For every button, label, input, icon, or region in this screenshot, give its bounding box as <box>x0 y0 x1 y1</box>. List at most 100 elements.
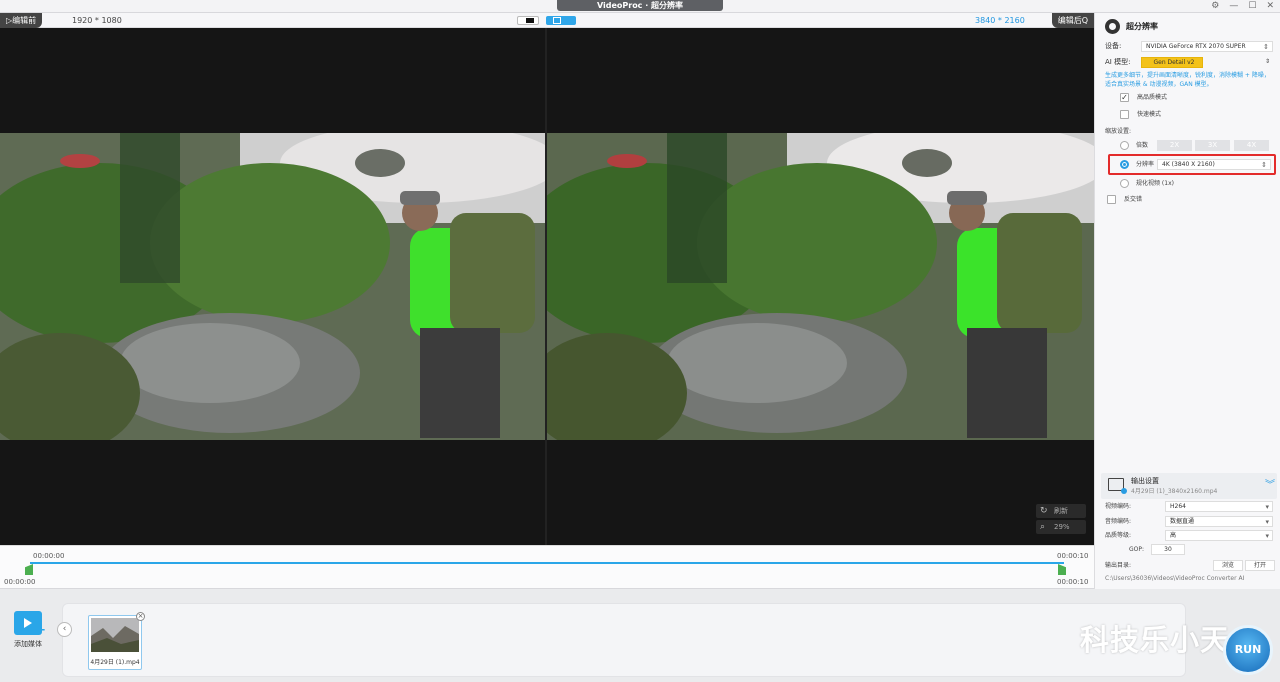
remove-media-icon[interactable]: × <box>136 612 145 621</box>
media-bar: 添加媒体 ‹ 4月29日 (1).mp4 × 科技乐小天 RUN <box>0 589 1280 682</box>
audio-codec-select[interactable]: 数据直通 ▾ <box>1165 516 1273 527</box>
film-reel-icon <box>1105 18 1120 34</box>
fast-mode-label: 快速模式 <box>1137 111 1162 118</box>
title-bar: VideoProc · 超分辨率 ⚙ — ☐ ✕ <box>0 0 1280 13</box>
thumbnail-filename: 4月29日 (1).mp4 <box>90 659 140 666</box>
output-resolution: 3840 * 2160 <box>975 16 1025 25</box>
output-dir-label: 输出目录: <box>1105 562 1132 569</box>
quality-select[interactable]: 高 ▾ <box>1165 530 1273 541</box>
resolution-radio[interactable] <box>1120 160 1129 169</box>
scale-3x-button[interactable]: 3X <box>1195 140 1230 151</box>
fast-mode-checkbox[interactable] <box>1120 110 1129 119</box>
zoom-button[interactable]: ⌕ 29% <box>1036 520 1086 534</box>
hiker-scene-after <box>547 133 1094 440</box>
chevron-updown-icon: ⇕ <box>1261 161 1267 169</box>
device-value: NVIDIA GeForce RTX 2070 SUPER <box>1146 43 1246 50</box>
device-select[interactable]: NVIDIA GeForce RTX 2070 SUPER ⇕ <box>1141 41 1273 52</box>
ai-model-value: Gen Detail v2 <box>1153 59 1195 66</box>
hiker-scene-before <box>0 133 545 440</box>
run-button[interactable]: RUN <box>1223 625 1273 675</box>
trim-end-handle[interactable] <box>1058 564 1066 575</box>
add-media-button[interactable]: 添加媒体 <box>8 611 48 649</box>
preview-after-frame <box>547 133 1094 440</box>
before-label[interactable]: ▷编辑前 <box>0 13 43 28</box>
settings-icon[interactable]: ⚙ <box>1211 1 1219 11</box>
multiplier-label: 倍数 <box>1136 142 1149 149</box>
mountain-thumbnail <box>91 618 139 652</box>
video-codec-select[interactable]: H264 ▾ <box>1165 501 1273 512</box>
zoom-icon: ⌕ <box>1040 522 1046 532</box>
quality-value: 高 <box>1170 532 1177 539</box>
split-mode-toggle[interactable] <box>546 16 576 25</box>
normalize-label: 规化视频 (1x) <box>1136 180 1174 187</box>
output-settings-title: 输出设置 <box>1131 477 1159 485</box>
scale-4x-button[interactable]: 4X <box>1234 140 1269 151</box>
resolution-label: 分辨率 <box>1136 161 1155 168</box>
browse-button[interactable]: 浏览 <box>1213 560 1243 571</box>
audio-codec-value: 数据直通 <box>1170 518 1195 525</box>
after-label[interactable]: 编辑后Q <box>1051 13 1094 28</box>
refresh-button[interactable]: ↻ 刷新 <box>1036 504 1086 518</box>
high-quality-label: 高品质模式 <box>1137 94 1168 101</box>
trim-end-time: 00:00:10 <box>1057 578 1089 586</box>
ai-model-select[interactable]: Gen Detail v2 <box>1141 57 1203 68</box>
scale-2x-button[interactable]: 2X <box>1157 140 1192 151</box>
timecode-start: 00:00:00 <box>33 552 65 560</box>
source-resolution: 1920 * 1080 <box>72 16 122 25</box>
thumbnail-image <box>91 618 139 652</box>
compare-mode-toggle[interactable] <box>517 16 539 25</box>
deinterlace-label: 反交错 <box>1124 196 1143 203</box>
gop-label: GOP: <box>1129 546 1145 553</box>
multiplier-radio[interactable] <box>1120 141 1129 150</box>
zoom-level: 29% <box>1054 523 1070 531</box>
video-codec-label: 视频编码: <box>1105 503 1132 510</box>
compare-bar: ▷编辑前 1920 * 1080 3840 * 2160 编辑后Q <box>0 13 1094 28</box>
maximize-icon[interactable]: ☐ <box>1248 1 1256 11</box>
chevron-down-icon: ▾ <box>1265 503 1269 511</box>
chevron-updown-icon: ⇕ <box>1263 43 1269 51</box>
monitor-settings-icon <box>1108 478 1127 494</box>
high-quality-checkbox[interactable]: ✓ <box>1120 93 1129 102</box>
preview-area: ▷编辑前 1920 * 1080 3840 * 2160 编辑后Q ↻ 刷新 ⌕… <box>0 13 1094 545</box>
window-controls: ⚙ — ☐ ✕ <box>1211 0 1274 12</box>
media-tray <box>62 603 1186 677</box>
chevron-down-icon: ▾ <box>1265 532 1269 540</box>
refresh-icon: ↻ <box>1040 506 1048 516</box>
refresh-label: 刷新 <box>1054 507 1068 515</box>
panel-header: 超分辨率 <box>1105 18 1158 34</box>
quality-label: 品质等级: <box>1105 532 1132 539</box>
double-chevron-down-icon[interactable]: ︾ <box>1265 476 1275 491</box>
timecode-end: 00:00:10 <box>1057 552 1089 560</box>
resolution-select[interactable]: 4K (3840 X 2160) ⇕ <box>1157 159 1271 170</box>
add-video-icon <box>14 611 46 638</box>
output-filename: 4月29日 (1)_3840x2160.mp4 <box>1131 488 1218 495</box>
chevron-down-icon: ▾ <box>1265 518 1269 526</box>
super-resolution-panel: 超分辨率 设备: NVIDIA GeForce RTX 2070 SUPER ⇕… <box>1094 13 1280 589</box>
minimize-icon[interactable]: — <box>1229 1 1238 11</box>
scale-settings-label: 缩放设置: <box>1105 128 1132 135</box>
ai-model-label: AI 模型: <box>1105 58 1131 66</box>
timeline[interactable]: 00:00:00 00:00:10 00:00:00 00:00:10 <box>0 545 1094 589</box>
trim-start-handle[interactable] <box>25 564 33 575</box>
collapse-tray-button[interactable]: ‹ <box>57 622 72 637</box>
trim-start-time: 00:00:00 <box>4 578 36 586</box>
timeline-track[interactable] <box>30 562 1064 564</box>
device-label: 设备: <box>1105 42 1122 50</box>
preview-before-frame <box>0 133 545 440</box>
add-media-label: 添加媒体 <box>14 640 42 648</box>
output-path: C:\Users\36036\Videos\VideoProc Converte… <box>1105 575 1245 582</box>
open-folder-button[interactable]: 打开 <box>1245 560 1275 571</box>
chevron-updown-icon[interactable]: ⇕ <box>1265 57 1270 66</box>
app-title: VideoProc · 超分辨率 <box>557 0 723 11</box>
gop-input[interactable]: 30 <box>1151 544 1185 555</box>
normalize-radio[interactable] <box>1120 179 1129 188</box>
output-settings-header[interactable]: 输出设置 4月29日 (1)_3840x2160.mp4 ︾ <box>1101 473 1277 499</box>
deinterlace-checkbox[interactable] <box>1107 195 1116 204</box>
watermark-text: 科技乐小天 <box>1080 623 1231 657</box>
panel-title: 超分辨率 <box>1126 21 1158 31</box>
model-description: 生成更多细节，提升画面清晰度，锐利度，消除模糊 + 降噪，适合真实场景 & 动漫… <box>1105 72 1270 88</box>
media-thumbnail[interactable]: 4月29日 (1).mp4 × <box>88 612 145 670</box>
close-icon[interactable]: ✕ <box>1266 1 1274 11</box>
video-codec-value: H264 <box>1170 503 1186 510</box>
resolution-value: 4K (3840 X 2160) <box>1162 161 1215 168</box>
